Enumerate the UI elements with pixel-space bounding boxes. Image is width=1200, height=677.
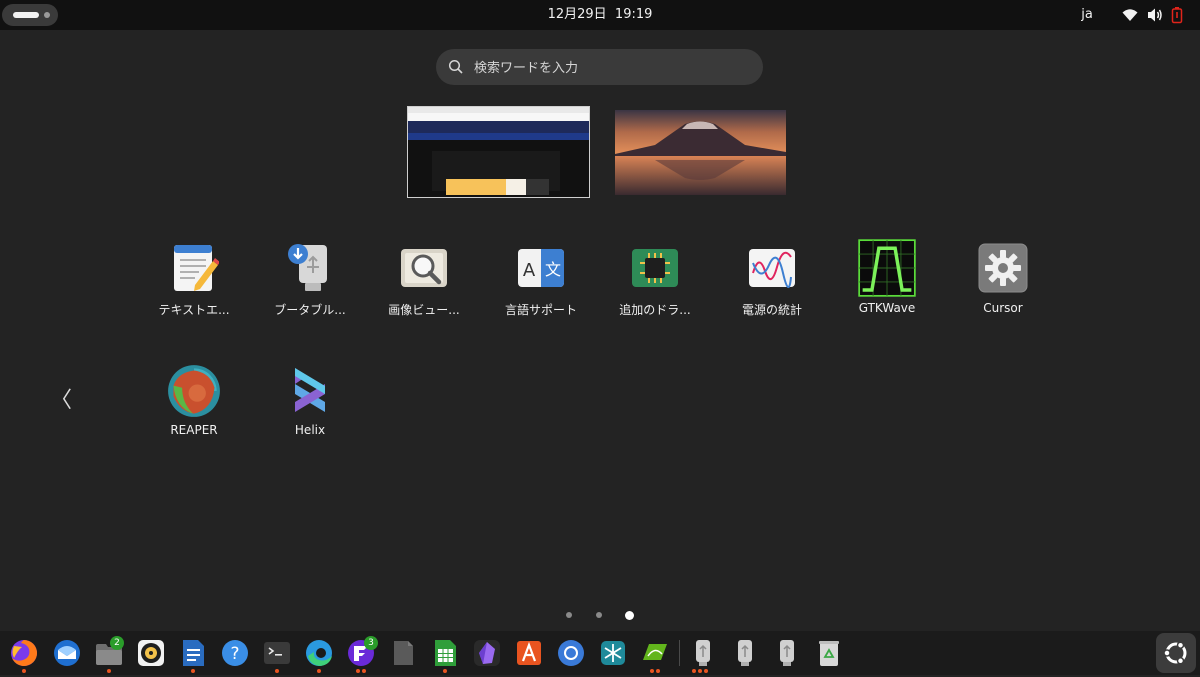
- workspace-thumbnail-2[interactable]: [615, 110, 786, 195]
- gtkwave-icon: [858, 239, 916, 297]
- app-gtkwave[interactable]: GTKWave: [829, 239, 945, 333]
- app-text-editor[interactable]: テキストエ...: [136, 243, 252, 333]
- running-indicator: [656, 669, 660, 673]
- workspace-indicator-active: [13, 12, 39, 18]
- app-power-statistics[interactable]: 電源の統計: [714, 243, 830, 333]
- running-indicator: [692, 669, 696, 673]
- workspace-indicator: [44, 12, 50, 18]
- app-image-viewer[interactable]: 画像ビュー...: [366, 243, 482, 333]
- teal-app-icon[interactable]: [598, 638, 628, 668]
- thunderbird-icon[interactable]: [52, 638, 82, 668]
- obsidian-icon[interactable]: [472, 638, 502, 668]
- app-reaper[interactable]: REAPER: [136, 365, 252, 455]
- app-center-icon[interactable]: [514, 638, 544, 668]
- volume-icon[interactable]: [1146, 6, 1164, 24]
- running-indicator: [698, 669, 702, 673]
- app-usb-creator[interactable]: ブータブル...: [252, 243, 368, 333]
- running-indicator: [356, 669, 360, 673]
- app-cursor[interactable]: Cursor: [945, 243, 1061, 333]
- firefox-icon[interactable]: [9, 638, 39, 668]
- reaper-icon: [168, 365, 220, 417]
- usb-creator-icon: [288, 244, 327, 291]
- battery-icon[interactable]: [1171, 6, 1183, 24]
- dock-separator: [679, 640, 680, 666]
- document-icon[interactable]: [388, 638, 418, 668]
- input-language-indicator[interactable]: ja: [1076, 0, 1098, 30]
- app-label: 追加のドラ...: [619, 303, 691, 317]
- chromium-icon[interactable]: [556, 638, 586, 668]
- app-label: ブータブル...: [274, 303, 346, 317]
- usb-drive-icon[interactable]: [730, 638, 760, 668]
- terminal-icon[interactable]: [262, 638, 292, 668]
- app-additional-drivers[interactable]: 追加のドラ...: [597, 243, 713, 333]
- ubuntu-logo-icon: [1163, 641, 1187, 665]
- trash-icon[interactable]: [814, 638, 844, 668]
- rhythmbox-icon[interactable]: [136, 638, 166, 668]
- app-label: 電源の統計: [741, 303, 802, 317]
- nvidia-settings-icon[interactable]: [640, 638, 670, 668]
- app-label: Cursor: [983, 301, 1023, 315]
- helix-icon: [295, 368, 325, 412]
- show-applications-button[interactable]: [1156, 633, 1196, 673]
- clock[interactable]: 12月29日 19:19: [540, 0, 660, 30]
- app-language-support[interactable]: A 文 言語サポート: [483, 243, 599, 333]
- browser-window-preview: [408, 107, 589, 197]
- usb-drive-icon[interactable]: [772, 638, 802, 668]
- power-statistics-icon: [749, 249, 795, 288]
- cursor-icon: [978, 243, 1028, 293]
- page-indicator-3[interactable]: [625, 611, 634, 620]
- running-indicator: [317, 669, 321, 673]
- libreoffice-writer-icon[interactable]: [178, 638, 208, 668]
- mount-fuji-wallpaper-preview: [615, 110, 786, 195]
- running-indicator: [650, 669, 654, 673]
- page-indicator-1[interactable]: [566, 612, 572, 618]
- edge-icon[interactable]: [304, 638, 334, 668]
- running-indicator: [191, 669, 195, 673]
- files-badge: 2: [110, 636, 124, 650]
- wifi-icon[interactable]: [1121, 6, 1139, 24]
- app-label: 言語サポート: [504, 303, 577, 317]
- running-indicator: [22, 669, 26, 673]
- page-indicator-2[interactable]: [596, 612, 602, 618]
- additional-drivers-icon: [632, 249, 678, 287]
- running-indicator: [704, 669, 708, 673]
- svg-text:?: ?: [230, 644, 239, 664]
- svg-text:A: A: [523, 260, 536, 281]
- search-box[interactable]: [436, 49, 763, 85]
- app-label: Helix: [294, 423, 326, 437]
- help-icon[interactable]: ?: [220, 638, 250, 668]
- search-icon: [448, 59, 463, 74]
- app-badge: 3: [364, 636, 378, 650]
- app-label: 画像ビュー...: [388, 303, 460, 317]
- svg-text:文: 文: [545, 260, 561, 279]
- top-bar: 12月29日 19:19 ja: [0, 0, 1200, 30]
- previous-page-button[interactable]: 〈: [50, 388, 72, 414]
- app-helix[interactable]: Helix: [252, 365, 368, 455]
- running-indicator: [107, 669, 111, 673]
- usb-drive-icon[interactable]: [688, 638, 718, 668]
- running-indicator: [443, 669, 447, 673]
- image-viewer-icon: [401, 249, 447, 287]
- search-input[interactable]: [472, 55, 746, 81]
- activities-button[interactable]: [2, 4, 58, 26]
- running-indicator: [362, 669, 366, 673]
- app-label: GTKWave: [858, 301, 916, 315]
- app-label: テキストエ...: [158, 303, 230, 317]
- running-indicator: [275, 669, 279, 673]
- workspace-thumbnail-1[interactable]: [408, 107, 589, 197]
- libreoffice-calc-icon[interactable]: [430, 638, 460, 668]
- text-editor-icon: [174, 245, 219, 291]
- language-support-icon: A 文: [518, 249, 564, 287]
- app-label: REAPER: [170, 423, 218, 437]
